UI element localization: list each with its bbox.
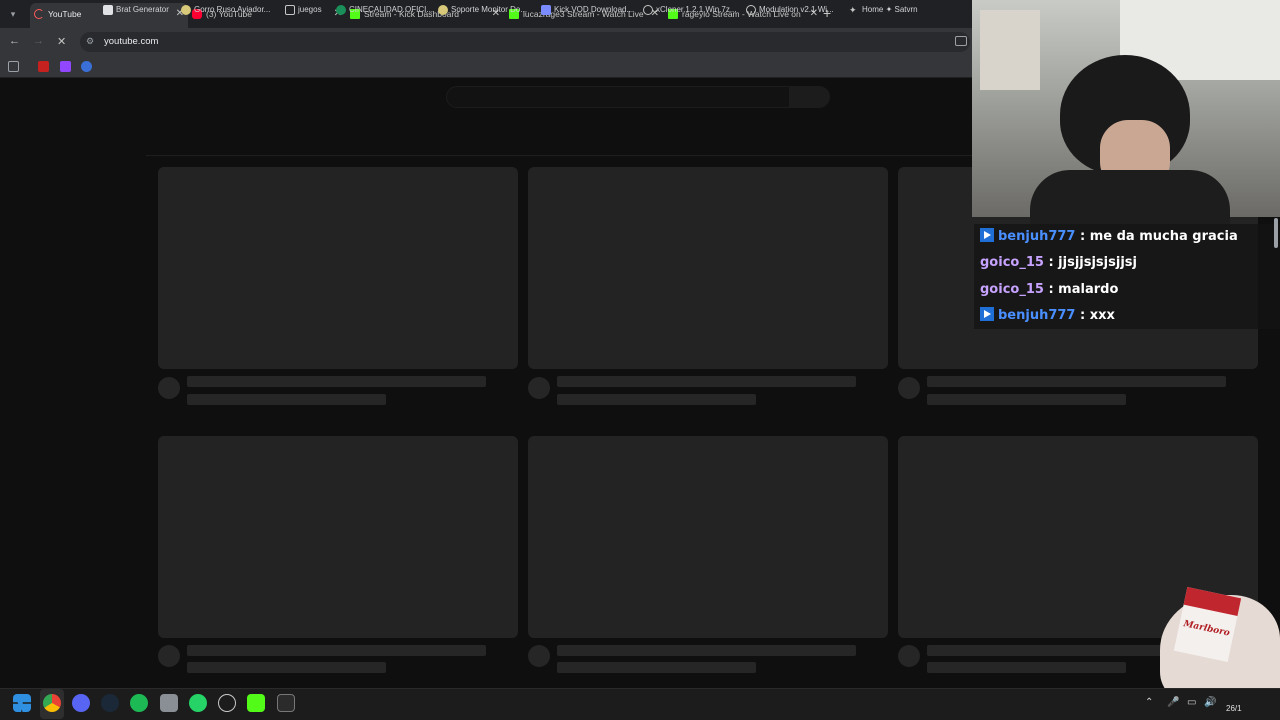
pack-brand: Marlboro	[1182, 619, 1231, 639]
webcam-person-shirt	[1030, 170, 1230, 230]
video-thumbnail-skeleton[interactable]	[158, 436, 518, 638]
folder-icon	[285, 5, 295, 15]
bookmark-label: Home ✦ Satvrn	[862, 5, 918, 14]
title-skeleton	[557, 645, 856, 656]
video-thumbnail-skeleton[interactable]	[158, 167, 518, 369]
chat-username: benjuh777	[998, 307, 1076, 323]
avatar-skeleton	[898, 645, 920, 667]
discord-icon[interactable]	[72, 694, 90, 712]
search-input-skeleton[interactable]	[446, 86, 790, 108]
gmail-icon[interactable]	[38, 61, 49, 72]
avatar-skeleton	[528, 645, 550, 667]
avatar-skeleton	[158, 377, 180, 399]
bookmark-label: xCloner.1.2.1 Win.7z...	[656, 5, 737, 14]
bookmark-soporte-monitor[interactable]: Soporte Monitor Do...	[438, 5, 528, 15]
search-button-skeleton[interactable]	[790, 86, 830, 108]
app-icon-2[interactable]	[218, 694, 236, 712]
steam-icon[interactable]	[101, 694, 119, 712]
chat-username: benjuh777	[998, 229, 1076, 244]
kick-icon[interactable]	[247, 694, 265, 712]
bookmark-modulation[interactable]: Modulation v2.1 Wi...	[746, 5, 834, 15]
video-thumbnail-skeleton[interactable]	[528, 436, 888, 638]
bookmark-label: CINECALIDAD OFICI...	[349, 5, 434, 14]
meta-skeleton	[557, 662, 756, 673]
bookmark-label: Modulation v2.1 Wi...	[759, 5, 834, 14]
title-skeleton	[557, 376, 856, 387]
loading-spinner-icon	[34, 9, 44, 19]
bookmark-folder-juegos[interactable]: juegos	[285, 5, 322, 15]
epic-games-icon[interactable]	[277, 694, 295, 712]
bookmark-brat-generator[interactable]: Brat Generator	[103, 5, 169, 15]
taskbar-clock[interactable]: 26/1	[1226, 704, 1242, 713]
chat-message: benjuh777 : xxx	[974, 302, 1280, 330]
bookmark-cinecalidad[interactable]: CINECALIDAD OFICI...	[336, 5, 434, 15]
meta-skeleton	[557, 394, 756, 405]
stream-chat-overlay: benjuh777 : me da mucha gracia goico_15 …	[974, 224, 1280, 330]
address-url: youtube.com	[104, 36, 159, 47]
bookmark-xcloner[interactable]: xCloner.1.2.1 Win.7z...	[643, 5, 737, 15]
network-icon[interactable]: ▭	[1187, 697, 1196, 708]
title-skeleton	[187, 645, 486, 656]
bookmark-label: Brat Generator	[116, 5, 169, 14]
globe-icon	[643, 5, 653, 15]
bookmark-icon[interactable]	[81, 61, 92, 72]
bookmark-satvrn[interactable]: ✦ Home ✦ Satvrn	[849, 5, 918, 15]
bookmark-kick-vod[interactable]: Kick VOD Download...	[541, 5, 634, 15]
microphone-icon[interactable]: 🎤	[1167, 697, 1179, 708]
avatar-skeleton	[898, 377, 920, 399]
meta-skeleton	[927, 394, 1126, 405]
tab-title: YouTube	[48, 9, 82, 19]
address-bar[interactable]: ⚙ youtube.com	[80, 32, 970, 52]
avatar-skeleton	[158, 645, 180, 667]
tray-chevron-icon[interactable]: ⌃	[1145, 697, 1153, 708]
moderator-badge-icon	[980, 306, 994, 321]
chat-message: goico_15 : malardo	[974, 276, 1280, 303]
title-skeleton	[927, 376, 1226, 387]
chat-text: : xxx	[1080, 307, 1115, 323]
chat-message: benjuh777 : me da mucha gracia	[974, 224, 1280, 251]
chip-bar-divider	[146, 155, 976, 156]
site-icon	[438, 5, 448, 15]
back-arrow-icon[interactable]: ←	[9, 35, 20, 47]
bookmark-gorro-ruso[interactable]: Gorro Ruso Aviador...	[181, 5, 271, 15]
star-icon: ✦	[849, 5, 857, 15]
bookmark-label: Kick VOD Download...	[554, 5, 634, 14]
moderator-badge-icon	[980, 228, 994, 242]
bookmark-label: Gorro Ruso Aviador...	[194, 5, 271, 14]
meta-skeleton	[187, 394, 386, 405]
site-icon	[181, 5, 191, 15]
chat-text: : jjsjjsjsjsjjsj	[1048, 255, 1137, 271]
bookmark-label: Soporte Monitor Do...	[451, 5, 528, 14]
chat-text: : malardo	[1048, 281, 1119, 297]
video-thumbnail-skeleton[interactable]	[528, 167, 888, 369]
meta-skeleton	[187, 662, 386, 673]
twitch-icon[interactable]	[60, 61, 71, 72]
apps-grid-icon[interactable]	[8, 61, 19, 72]
avatar-skeleton	[528, 377, 550, 399]
site-icon	[336, 5, 346, 15]
install-app-icon[interactable]	[955, 36, 967, 46]
webcam-wall-poster	[980, 10, 1040, 90]
site-icon	[541, 5, 551, 15]
title-skeleton	[187, 376, 486, 387]
spotify-icon[interactable]	[130, 694, 148, 712]
forward-arrow-icon[interactable]: →	[33, 35, 44, 47]
meta-skeleton	[927, 662, 1126, 673]
chrome-icon[interactable]	[43, 694, 61, 712]
site-info-icon[interactable]: ⚙	[86, 36, 98, 48]
whatsapp-icon[interactable]	[189, 694, 207, 712]
chat-username: goico_15	[980, 255, 1044, 271]
bookmark-label: juegos	[298, 5, 322, 14]
brat-icon	[103, 5, 113, 15]
tab-search-icon[interactable]: ▾	[4, 5, 22, 23]
chat-message: goico_15 : jjsjjsjsjsjjsj	[974, 250, 1280, 277]
chat-scrollbar[interactable]	[1274, 218, 1278, 248]
chat-text: : me da mucha gracia	[1080, 229, 1238, 244]
stop-loading-icon[interactable]: ✕	[57, 35, 66, 48]
globe-icon	[746, 5, 756, 15]
app-icon[interactable]	[160, 694, 178, 712]
chat-username: goico_15	[980, 281, 1044, 297]
volume-icon[interactable]: 🔊	[1204, 697, 1216, 708]
